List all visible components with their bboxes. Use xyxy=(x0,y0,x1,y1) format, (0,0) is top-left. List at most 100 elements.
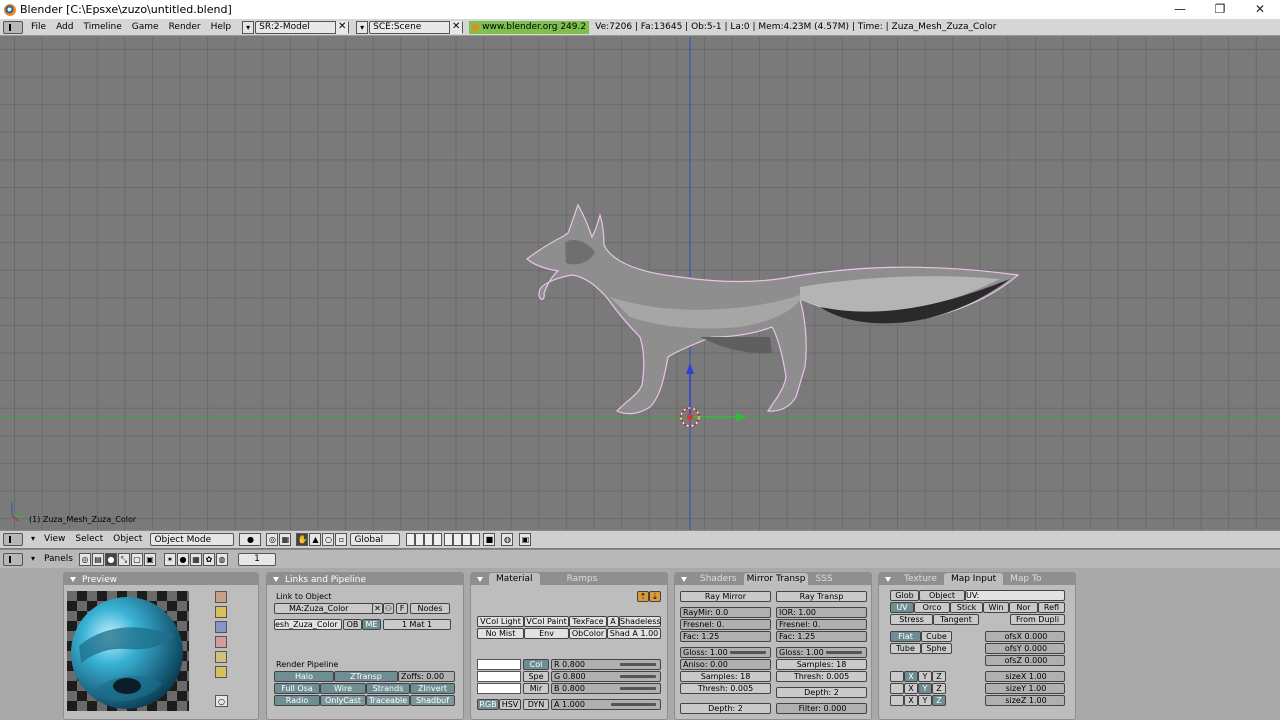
frame-field[interactable]: 1 xyxy=(237,552,276,566)
x-mapping-z-button[interactable]: Z xyxy=(932,671,946,682)
filter-slider[interactable]: Filter: 0.000 xyxy=(776,703,867,714)
collapse-triangle-icon[interactable] xyxy=(70,577,76,582)
window-type-icon[interactable] xyxy=(3,20,23,34)
tab-mirror-transp[interactable]: Mirror Transp xyxy=(743,573,809,585)
shading-context-icon[interactable]: ● xyxy=(104,552,117,566)
fake-user-icon[interactable]: ⚇ xyxy=(383,603,394,614)
orco-button[interactable]: Orco xyxy=(914,602,950,613)
unlink-material-icon[interactable]: ✕ xyxy=(372,603,383,614)
zoffs-field[interactable]: Zoffs: 0.00 xyxy=(398,671,455,682)
screen-field[interactable]: SR:2-Model ✕ xyxy=(255,20,350,34)
menu-game[interactable]: Game xyxy=(127,20,164,35)
x-mapping-x-button[interactable] xyxy=(890,671,904,682)
shadeless-button[interactable]: Shadeless xyxy=(619,616,661,627)
y-mapping-y-selected[interactable]: Y xyxy=(918,683,932,694)
close-button[interactable]: ✕ xyxy=(1240,0,1280,19)
object-button[interactable]: Object xyxy=(919,590,965,601)
stick-button[interactable]: Stick xyxy=(950,602,983,613)
texture-subcontext-icon[interactable]: ▦ xyxy=(189,552,202,566)
y-mapping-none-button[interactable] xyxy=(890,683,904,694)
spe-swatch[interactable] xyxy=(477,671,521,682)
menu-render[interactable]: Render xyxy=(164,20,206,35)
lock-icon[interactable]: ■ xyxy=(483,533,496,546)
samples-mirror-field[interactable]: Samples: 18 xyxy=(680,671,771,682)
ofsz-field[interactable]: ofsZ 0.000 xyxy=(985,655,1065,666)
rotate-icon[interactable]: ○ xyxy=(322,533,335,546)
menu-view[interactable]: View xyxy=(39,532,70,547)
scale-icon[interactable]: ▫ xyxy=(335,533,348,546)
sizez-field[interactable]: sizeZ 1.00 xyxy=(985,695,1065,706)
collapse-triangle-icon[interactable] xyxy=(477,577,483,582)
hsv-button[interactable]: HSV xyxy=(499,699,521,710)
gloss-transp-slider[interactable]: Gloss: 1.00 xyxy=(776,647,867,658)
menu-help[interactable]: Help xyxy=(206,20,237,35)
y-mapping-x-button[interactable]: X xyxy=(904,683,918,694)
ofsy-field[interactable]: ofsY 0.000 xyxy=(985,643,1065,654)
fresnel-transp-slider[interactable]: Fresnel: 0. xyxy=(776,619,867,630)
preview-cube-icon[interactable] xyxy=(215,621,227,633)
no-mist-button[interactable]: No Mist xyxy=(477,628,524,639)
lamp-subcontext-icon[interactable]: ✶ xyxy=(163,552,176,566)
object-context-icon[interactable]: ⤡ xyxy=(117,552,130,566)
tab-shaders[interactable]: Shaders xyxy=(693,573,744,585)
depth-mirror-field[interactable]: Depth: 2 xyxy=(680,703,771,714)
stress-button[interactable]: Stress xyxy=(890,614,933,625)
vcol-light-button[interactable]: VCol Light xyxy=(477,616,524,627)
mode-select[interactable]: Object Mode xyxy=(150,533,235,546)
screen-browse-icon[interactable]: ▾ xyxy=(242,20,255,34)
nor-button[interactable]: Nor xyxy=(1009,602,1038,613)
pivot-dropdown-icon[interactable]: ▦ xyxy=(279,533,292,546)
3d-viewport[interactable]: (1) Zuza_Mesh_Zuza_Color xyxy=(0,37,1280,530)
tab-texture[interactable]: Texture xyxy=(897,573,944,585)
z-mapping-x-button[interactable]: X xyxy=(904,695,918,706)
win-button[interactable]: Win xyxy=(983,602,1009,613)
sphe-button[interactable]: Sphe xyxy=(921,643,952,654)
thresh-transp-field[interactable]: Thresh: 0.005 xyxy=(776,671,867,682)
b-slider[interactable]: B 0.800 xyxy=(551,683,661,694)
logic-context-icon[interactable]: ◎ xyxy=(78,552,91,566)
traceable-button[interactable]: Traceable xyxy=(366,695,410,706)
tab-material[interactable]: Material xyxy=(489,573,540,585)
dyn-button[interactable]: DYN xyxy=(523,699,549,710)
sizey-field[interactable]: sizeY 1.00 xyxy=(985,683,1065,694)
uv-button[interactable]: UV xyxy=(890,602,914,613)
scene-field[interactable]: SCE:Scene ✕ xyxy=(369,20,464,34)
orientation-select[interactable]: Global xyxy=(350,533,401,546)
refl-button[interactable]: Refl xyxy=(1038,602,1065,613)
env-button[interactable]: Env xyxy=(524,628,569,639)
material-name-field[interactable]: MA:Zuza_Color xyxy=(274,603,374,614)
sizex-field[interactable]: sizeX 1.00 xyxy=(985,671,1065,682)
scene-browse-icon[interactable]: ▾ xyxy=(356,20,369,34)
from-dupli-button[interactable]: From Dupli xyxy=(1010,614,1065,625)
manipulator-hand-icon[interactable]: ✋ xyxy=(296,533,309,546)
obcolor-button[interactable]: ObColor xyxy=(569,628,607,639)
menu-select[interactable]: Select xyxy=(70,532,108,547)
preview-panel-header[interactable]: Preview xyxy=(64,573,258,585)
tangent-button[interactable]: Tangent xyxy=(933,614,979,625)
ofsx-field[interactable]: ofsX 0.000 xyxy=(985,631,1065,642)
panels-collapse-icon[interactable]: ▾ xyxy=(27,553,39,566)
onlycast-button[interactable]: OnlyCast xyxy=(320,695,366,706)
panels-menu[interactable]: Panels xyxy=(39,552,78,567)
menu-object[interactable]: Object xyxy=(108,532,147,547)
z-mapping-none-button[interactable] xyxy=(890,695,904,706)
material-panel-header[interactable]: Material Ramps xyxy=(471,573,667,585)
paste-material-icon[interactable]: ⇣ xyxy=(649,591,661,602)
x-mapping-x-selected[interactable]: X xyxy=(904,671,918,682)
me-button[interactable]: ME xyxy=(362,619,381,630)
collapse-triangle-icon[interactable] xyxy=(273,577,279,582)
links-panel-header[interactable]: Links and Pipeline xyxy=(267,573,463,585)
menu-file[interactable]: File xyxy=(26,20,51,35)
minimize-button[interactable]: — xyxy=(1160,0,1200,19)
scene-context-icon[interactable]: ▣ xyxy=(143,552,156,566)
mir-button[interactable]: Mir xyxy=(523,683,549,694)
preview-plane-icon[interactable] xyxy=(215,591,227,603)
copy-material-icon[interactable]: ⇡ xyxy=(637,591,649,602)
r-slider[interactable]: R 0.800 xyxy=(551,659,661,670)
strands-button[interactable]: Strands xyxy=(366,683,410,694)
z-mapping-z-selected[interactable]: Z xyxy=(932,695,946,706)
full-osa-button[interactable]: Full Osa xyxy=(274,683,320,694)
world-subcontext-icon[interactable]: ◍ xyxy=(215,552,228,566)
ray-transp-button[interactable]: Ray Transp xyxy=(776,591,867,602)
zinvert-button[interactable]: ZInvert xyxy=(410,683,455,694)
